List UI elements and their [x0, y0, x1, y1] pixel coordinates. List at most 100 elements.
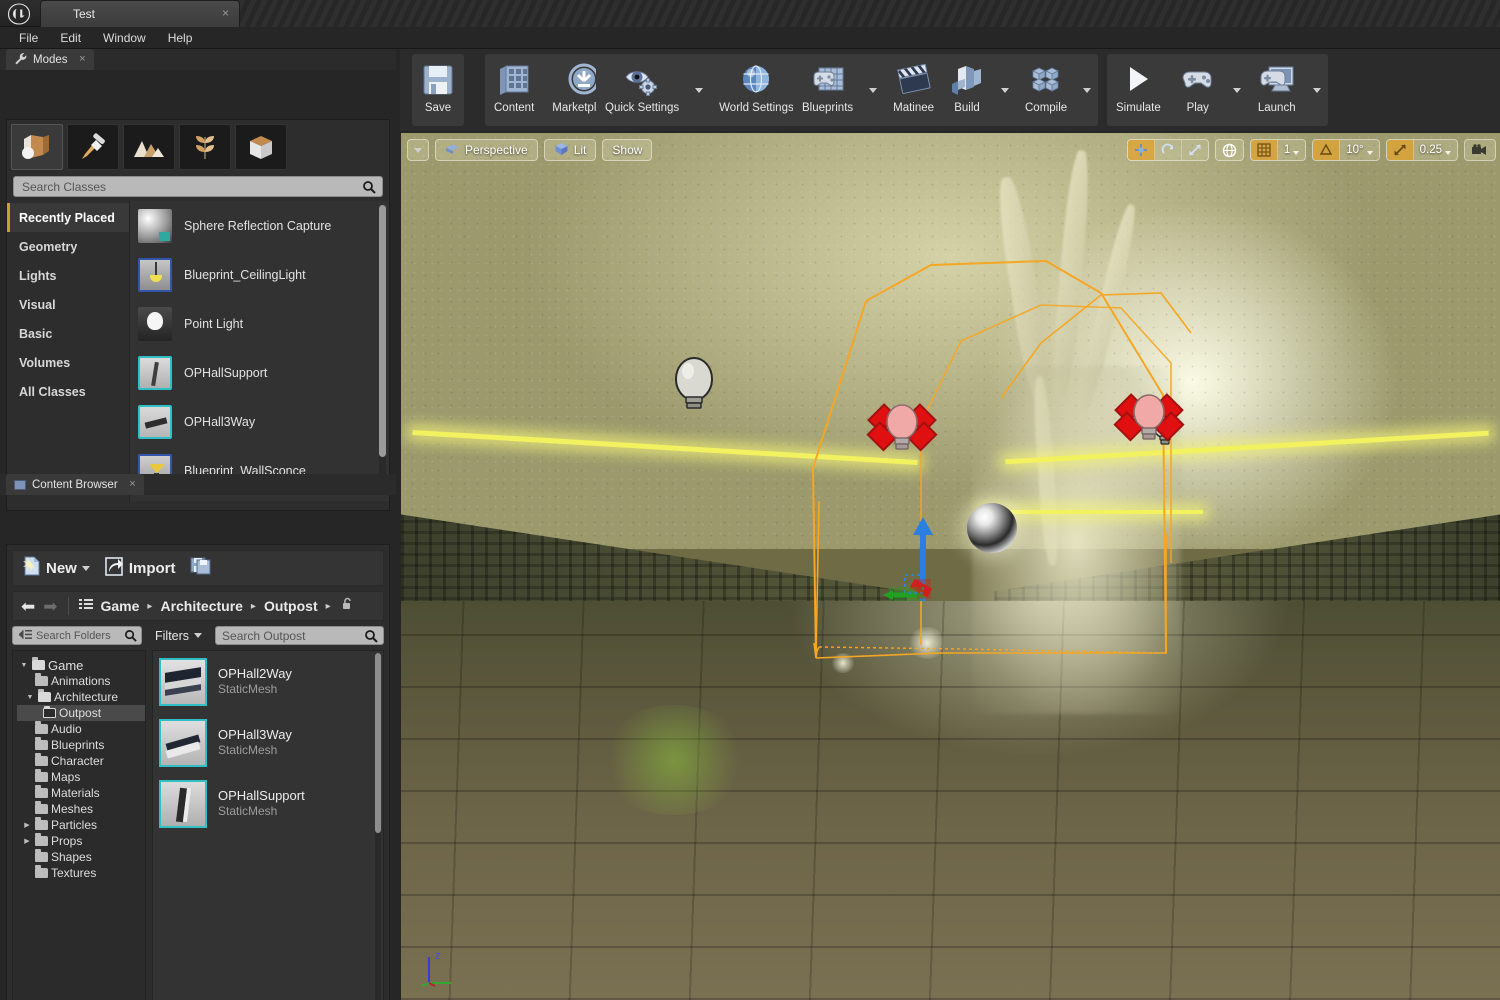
twisty-down-icon[interactable]: ▼	[19, 662, 29, 669]
tree-item-particles[interactable]: ▶ Particles	[17, 817, 145, 833]
grid-snap-value[interactable]: 1	[1278, 140, 1305, 160]
category-lights[interactable]: Lights	[7, 261, 129, 290]
path-list-icon[interactable]	[79, 597, 93, 615]
category-volumes[interactable]: Volumes	[7, 348, 129, 377]
quick-settings-button[interactable]: Quick Settings	[596, 54, 688, 126]
rotation-snap-value[interactable]: 10°	[1340, 140, 1378, 160]
rotate-tool-button[interactable]	[1155, 140, 1182, 160]
disabled-light-billboard[interactable]	[864, 391, 940, 468]
list-item[interactable]: OPHall2Way StaticMesh	[153, 651, 383, 712]
disabled-light-billboard[interactable]	[1111, 381, 1187, 458]
place-mode-button[interactable]	[11, 124, 63, 170]
menu-edit[interactable]: Edit	[49, 28, 92, 48]
matinee-button[interactable]: Matinee	[884, 54, 943, 126]
tree-item-textures[interactable]: Textures	[17, 865, 145, 881]
tab-content-browser[interactable]: Content Browser ×	[6, 474, 144, 495]
category-all-classes[interactable]: All Classes	[7, 377, 129, 406]
view-mode-lit[interactable]: Lit	[544, 139, 597, 161]
blueprints-dropdown-arrow[interactable]	[862, 54, 884, 126]
list-item[interactable]: Point Light	[130, 299, 389, 348]
compile-dropdown-arrow[interactable]	[1076, 54, 1098, 126]
scale-tool-button[interactable]	[1182, 140, 1208, 160]
launch-button[interactable]: Launch	[1248, 54, 1306, 126]
grid-snap-toggle[interactable]	[1251, 140, 1278, 160]
search-classes-input[interactable]: Search Classes	[13, 176, 383, 197]
translate-gizmo[interactable]	[881, 483, 1001, 608]
simulate-button[interactable]: Simulate	[1107, 54, 1170, 126]
scale-snap-toggle[interactable]	[1387, 140, 1414, 160]
forward-arrow-icon[interactable]: ➡	[43, 598, 57, 615]
blueprints-button[interactable]: Blueprints	[793, 54, 862, 126]
foliage-mode-button[interactable]	[179, 124, 231, 170]
play-button[interactable]: Play	[1170, 54, 1226, 126]
show-menu-button[interactable]: Show	[602, 139, 652, 161]
view-mode-perspective[interactable]: Perspective	[435, 139, 538, 161]
paint-mode-button[interactable]	[67, 124, 119, 170]
menu-file[interactable]: File	[8, 28, 49, 48]
save-button[interactable]: Save	[412, 54, 464, 126]
list-item[interactable]: OPHallSupport	[130, 348, 389, 397]
compile-button[interactable]: Compile	[1016, 54, 1076, 126]
project-tab-test[interactable]: Test ×	[40, 0, 240, 27]
list-item[interactable]: OPHall3Way StaticMesh	[153, 712, 383, 773]
category-recently-placed[interactable]: Recently Placed	[7, 203, 129, 232]
build-button[interactable]: Build	[940, 54, 994, 126]
menu-help[interactable]: Help	[157, 28, 204, 48]
scale-snap-value[interactable]: 0.25	[1414, 140, 1457, 160]
content-button[interactable]: Content	[485, 54, 543, 126]
breadcrumb-outpost[interactable]: Outpost	[264, 598, 318, 614]
quick-settings-dropdown-arrow[interactable]	[688, 54, 710, 126]
search-folders-input[interactable]: Search Folders	[12, 626, 142, 645]
close-icon[interactable]: ×	[222, 6, 229, 20]
level-viewport[interactable]: z Perspective Lit	[401, 133, 1500, 1000]
search-assets-input[interactable]: Search Outpost	[215, 626, 384, 645]
tree-item-shapes[interactable]: Shapes	[17, 849, 145, 865]
tree-item-props[interactable]: ▶ Props	[17, 833, 145, 849]
category-visual[interactable]: Visual	[7, 290, 129, 319]
lock-icon[interactable]	[341, 597, 354, 615]
save-all-button[interactable]	[190, 556, 212, 581]
tab-modes[interactable]: Modes ×	[6, 49, 94, 70]
category-geometry[interactable]: Geometry	[7, 232, 129, 261]
tree-item-audio[interactable]: Audio	[17, 721, 145, 737]
import-button[interactable]: Import	[104, 555, 176, 582]
new-asset-button[interactable]: New	[21, 555, 90, 582]
tree-item-materials[interactable]: Materials	[17, 785, 145, 801]
list-item[interactable]: OPHall3Way	[130, 397, 389, 446]
list-item[interactable]: OPHallSupport StaticMesh	[153, 773, 383, 834]
translate-tool-button[interactable]	[1128, 140, 1155, 160]
breadcrumb-architecture[interactable]: Architecture	[160, 598, 242, 614]
point-light-billboard[interactable]	[673, 355, 715, 420]
tree-item-outpost[interactable]: Outpost	[17, 705, 145, 721]
viewport-options-menu[interactable]	[407, 139, 429, 161]
twisty-down-icon[interactable]: ▼	[25, 694, 35, 701]
tree-item-game[interactable]: ▼ Game	[17, 657, 145, 673]
launch-dropdown-arrow[interactable]	[1306, 54, 1328, 126]
category-basic[interactable]: Basic	[7, 319, 129, 348]
tree-item-blueprints[interactable]: Blueprints	[17, 737, 145, 753]
breadcrumb-game[interactable]: Game	[101, 598, 140, 614]
camera-speed-button[interactable]	[1465, 140, 1495, 160]
geometry-edit-mode-button[interactable]	[235, 124, 287, 170]
tree-item-animations[interactable]: Animations	[17, 673, 145, 689]
landscape-mode-button[interactable]	[123, 124, 175, 170]
filters-button[interactable]: Filters	[148, 626, 209, 645]
world-coordinate-button[interactable]	[1216, 140, 1243, 160]
back-arrow-icon[interactable]: ⬅	[21, 598, 35, 615]
build-dropdown-arrow[interactable]	[994, 54, 1016, 126]
tree-item-meshes[interactable]: Meshes	[17, 801, 145, 817]
play-dropdown-arrow[interactable]	[1226, 54, 1248, 126]
rotation-snap-toggle[interactable]	[1313, 140, 1340, 160]
close-icon[interactable]: ×	[129, 478, 135, 490]
tree-item-character[interactable]: Character	[17, 753, 145, 769]
tree-item-architecture[interactable]: ▼ Architecture	[17, 689, 145, 705]
world-settings-button[interactable]: World Settings	[710, 54, 803, 126]
asset-grid-scrollbar[interactable]	[375, 653, 381, 833]
asset-list-scrollbar[interactable]	[379, 205, 386, 457]
list-item[interactable]: Sphere Reflection Capture	[130, 201, 389, 250]
list-item[interactable]: Blueprint_CeilingLight	[130, 250, 389, 299]
twisty-right-icon[interactable]: ▶	[22, 821, 32, 829]
sources-panel-icon[interactable]	[19, 627, 32, 645]
close-icon[interactable]: ×	[79, 53, 85, 65]
menu-window[interactable]: Window	[92, 28, 157, 48]
